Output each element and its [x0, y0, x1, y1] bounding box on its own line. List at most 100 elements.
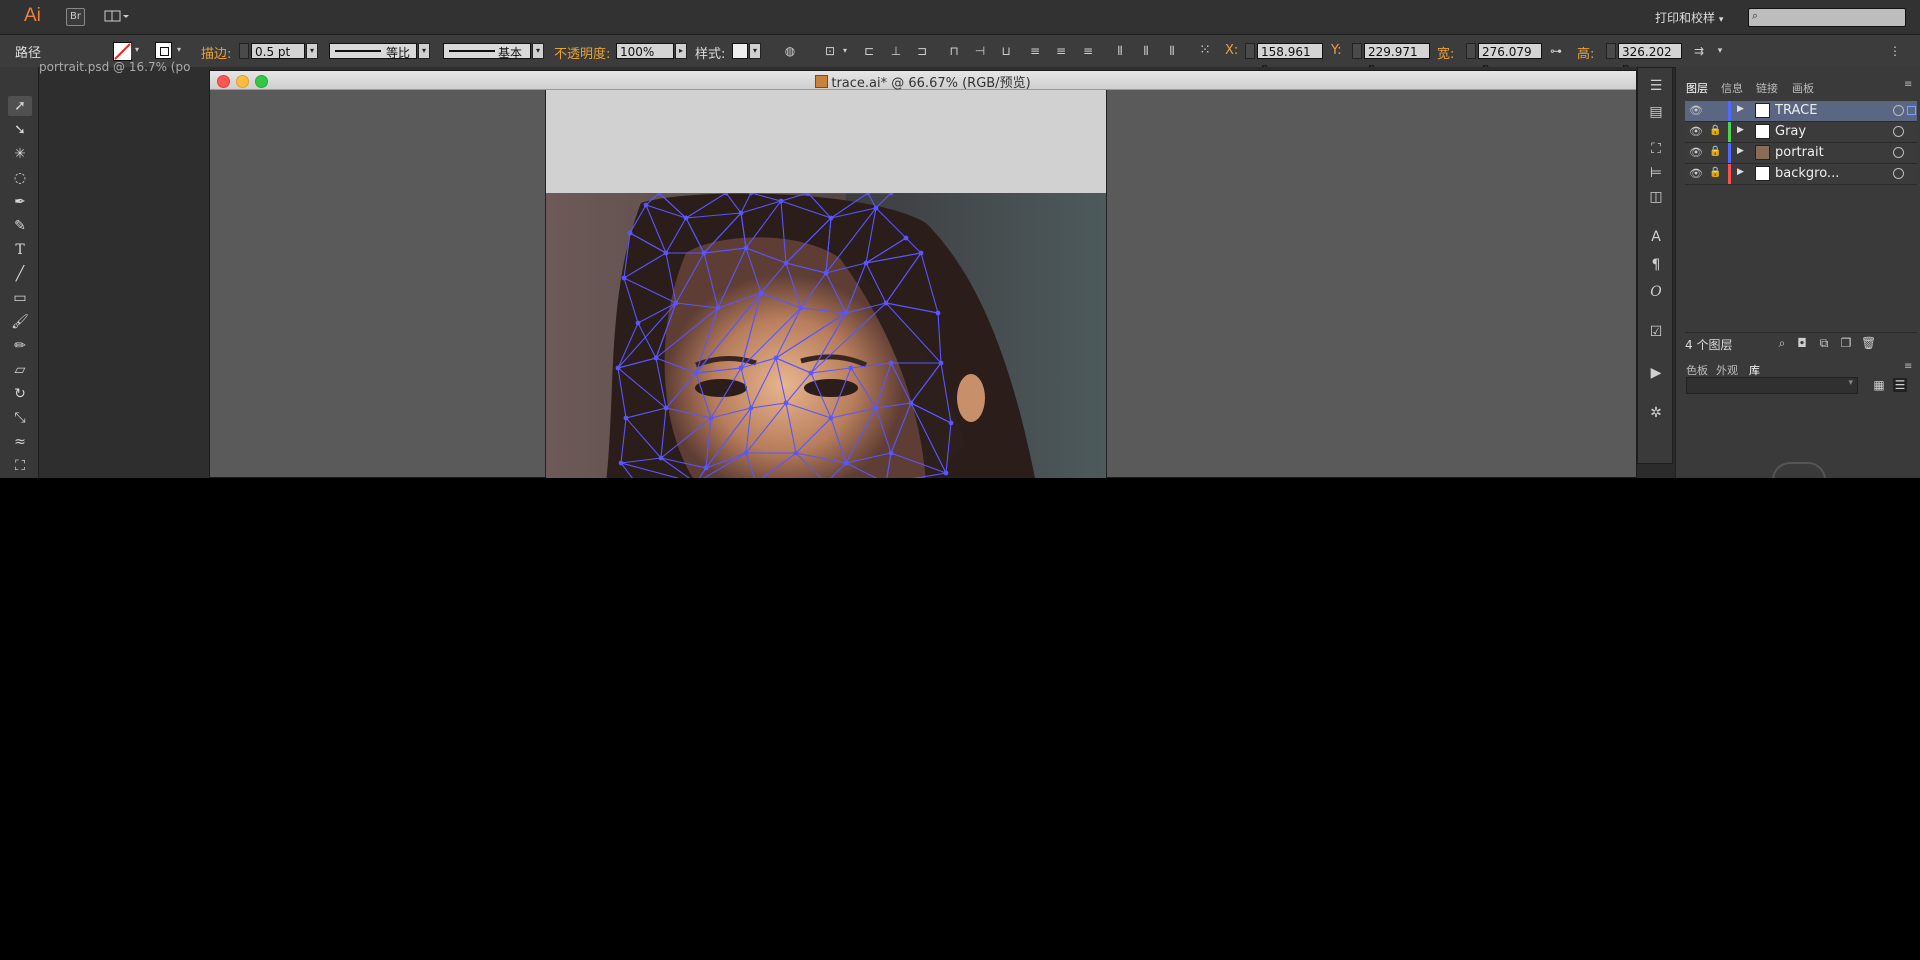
layer-row-backgro[interactable]: 👁 🔒 ▶ backgro...: [1685, 164, 1917, 185]
new-layer-icon[interactable]: ❐: [1839, 336, 1853, 350]
expand-arrow-icon[interactable]: ▶: [1737, 146, 1744, 156]
stroke-panel-icon[interactable]: ☰: [1647, 77, 1665, 95]
opacity-field[interactable]: 100%: [616, 43, 674, 59]
height-stepper[interactable]: [1606, 43, 1616, 59]
brush-dropdown[interactable]: ▾: [532, 43, 544, 59]
layer-name[interactable]: backgro...: [1775, 166, 1839, 181]
constrain-proportions-icon[interactable]: ⊶: [1549, 44, 1563, 58]
layer-target-icon[interactable]: [1893, 105, 1904, 116]
layer-row-gray[interactable]: 👁 🔒 ▶ Gray: [1685, 122, 1917, 143]
layer-name[interactable]: Gray: [1775, 124, 1806, 139]
stroke-weight-label[interactable]: 描边:: [201, 43, 231, 62]
align-top-icon[interactable]: ⊓: [947, 44, 961, 58]
lock-icon[interactable]: 🔒: [1709, 167, 1721, 178]
x-label[interactable]: X:: [1225, 43, 1238, 58]
x-stepper[interactable]: [1245, 43, 1255, 59]
y-field[interactable]: 229.971 n: [1364, 43, 1430, 75]
expand-arrow-icon[interactable]: ▶: [1737, 104, 1744, 114]
visibility-eye-icon[interactable]: 👁: [1689, 104, 1703, 117]
rectangle-tool-icon[interactable]: ▭: [8, 288, 32, 308]
layer-name[interactable]: TRACE: [1775, 103, 1817, 118]
lock-icon[interactable]: 🔒: [1709, 146, 1721, 157]
grid-view-icon[interactable]: ▦: [1872, 378, 1886, 392]
style-dropdown[interactable]: ▾: [749, 43, 761, 59]
panel-menu-icon[interactable]: ≡: [1904, 79, 1912, 90]
distribute-horizontal-center-icon[interactable]: ⫴: [1139, 44, 1153, 58]
artboard[interactable]: [545, 90, 1107, 478]
opentype-panel-icon[interactable]: O: [1647, 283, 1665, 301]
rotate-tool-icon[interactable]: ↻: [8, 384, 32, 404]
align-vertical-center-icon[interactable]: ⊣: [973, 44, 987, 58]
distribute-right-icon[interactable]: ⫴: [1165, 44, 1179, 58]
bridge-button[interactable]: Br: [66, 8, 85, 26]
expand-arrow-icon[interactable]: ▶: [1737, 167, 1744, 177]
arrange-documents-button[interactable]: [104, 8, 130, 24]
graphic-style-swatch[interactable]: [732, 43, 748, 59]
transform-panel-icon[interactable]: ⛶: [1647, 140, 1665, 158]
height-field[interactable]: 326.202 n: [1618, 43, 1682, 75]
tab-layers[interactable]: 图层: [1686, 80, 1708, 96]
width-stepper[interactable]: [1466, 43, 1476, 59]
x-field[interactable]: 158.961 n: [1257, 43, 1323, 75]
expand-arrow-icon[interactable]: ▶: [1737, 125, 1744, 135]
free-transform-tool-icon[interactable]: ⛶: [8, 456, 32, 476]
layer-row-portrait[interactable]: 👁 🔒 ▶ portrait: [1685, 143, 1917, 164]
width-label[interactable]: 宽:: [1437, 43, 1454, 62]
distribute-bottom-icon[interactable]: ≡: [1081, 44, 1095, 58]
layer-target-icon[interactable]: [1893, 168, 1904, 179]
library-select[interactable]: ▾: [1686, 377, 1858, 394]
attributes-panel-icon[interactable]: ☑: [1647, 323, 1665, 341]
fill-dropdown[interactable]: ▾: [131, 43, 143, 59]
pen-tool-icon[interactable]: ✒: [8, 192, 32, 212]
portrait-image[interactable]: [546, 193, 1106, 478]
actions-panel-icon[interactable]: ▶: [1647, 364, 1665, 382]
help-search-input[interactable]: ⌕: [1748, 8, 1906, 27]
curvature-tool-icon[interactable]: ✎: [8, 216, 32, 236]
width-field[interactable]: 276.079 n: [1478, 43, 1542, 75]
stroke-weight-stepper[interactable]: [239, 43, 249, 59]
lasso-tool-icon[interactable]: ◌: [8, 168, 32, 188]
align-right-icon[interactable]: ⊐: [915, 44, 929, 58]
reference-point-icon[interactable]: ⁙: [1198, 43, 1212, 57]
locate-object-icon[interactable]: ⌕: [1775, 336, 1789, 350]
delete-layer-icon[interactable]: 🗑: [1861, 336, 1876, 350]
visibility-eye-icon[interactable]: 👁: [1689, 146, 1703, 159]
tab-links[interactable]: 链接: [1756, 80, 1778, 96]
tab-appearance[interactable]: 外观: [1716, 362, 1738, 378]
libraries-panel-menu-icon[interactable]: ≡: [1904, 361, 1912, 372]
stroke-swatch-dropdown[interactable]: ▾: [173, 43, 185, 59]
type-tool-icon[interactable]: T: [8, 240, 32, 260]
new-sublayer-icon[interactable]: ⧉: [1817, 336, 1831, 350]
control-panel-menu-icon[interactable]: ⋮: [1888, 44, 1902, 58]
stroke-weight-dropdown[interactable]: ▾: [306, 43, 318, 59]
layer-target-icon[interactable]: [1893, 126, 1904, 137]
stroke-weight-field[interactable]: 0.5 pt: [251, 43, 305, 59]
profile-dropdown[interactable]: ▾: [418, 43, 430, 59]
eraser-tool-icon[interactable]: ▱: [8, 360, 32, 380]
control-menu-dropdown[interactable]: ▾: [1713, 44, 1727, 58]
distribute-left-icon[interactable]: ⫴: [1113, 44, 1127, 58]
align-panel-icon[interactable]: ⊨: [1647, 164, 1665, 182]
tab-libraries[interactable]: 库: [1749, 362, 1760, 378]
magic-wand-tool-icon[interactable]: ✳: [8, 144, 32, 164]
pathfinder-panel-icon[interactable]: ◫: [1647, 188, 1665, 206]
stroke-swatch[interactable]: [155, 42, 172, 59]
y-stepper[interactable]: [1352, 43, 1362, 59]
gradient-panel-icon[interactable]: ▤: [1647, 103, 1665, 121]
document-titlebar[interactable]: trace.ai* @ 66.67% (RGB/预览): [210, 71, 1636, 91]
align-horizontal-center-icon[interactable]: ⊥: [889, 44, 903, 58]
height-label[interactable]: 高:: [1577, 43, 1594, 62]
visibility-eye-icon[interactable]: 👁: [1689, 125, 1703, 138]
scale-tool-icon[interactable]: ⤡: [8, 408, 32, 428]
y-label[interactable]: Y:: [1331, 43, 1342, 58]
visibility-eye-icon[interactable]: 👁: [1689, 167, 1703, 180]
opacity-label[interactable]: 不透明度:: [554, 43, 610, 62]
pencil-tool-icon[interactable]: ✏: [8, 336, 32, 356]
background-document-tab[interactable]: portrait.psd @ 16.7% (po: [39, 61, 209, 74]
distribute-top-icon[interactable]: ≡: [1028, 44, 1042, 58]
align-to-selection-icon[interactable]: ⊡: [823, 44, 837, 58]
list-view-icon[interactable]: ☰: [1893, 378, 1907, 392]
brush-definition[interactable]: 基本: [443, 43, 531, 60]
paintbrush-tool-icon[interactable]: 🖌: [8, 312, 32, 332]
align-to-dropdown[interactable]: ▾: [838, 44, 852, 58]
